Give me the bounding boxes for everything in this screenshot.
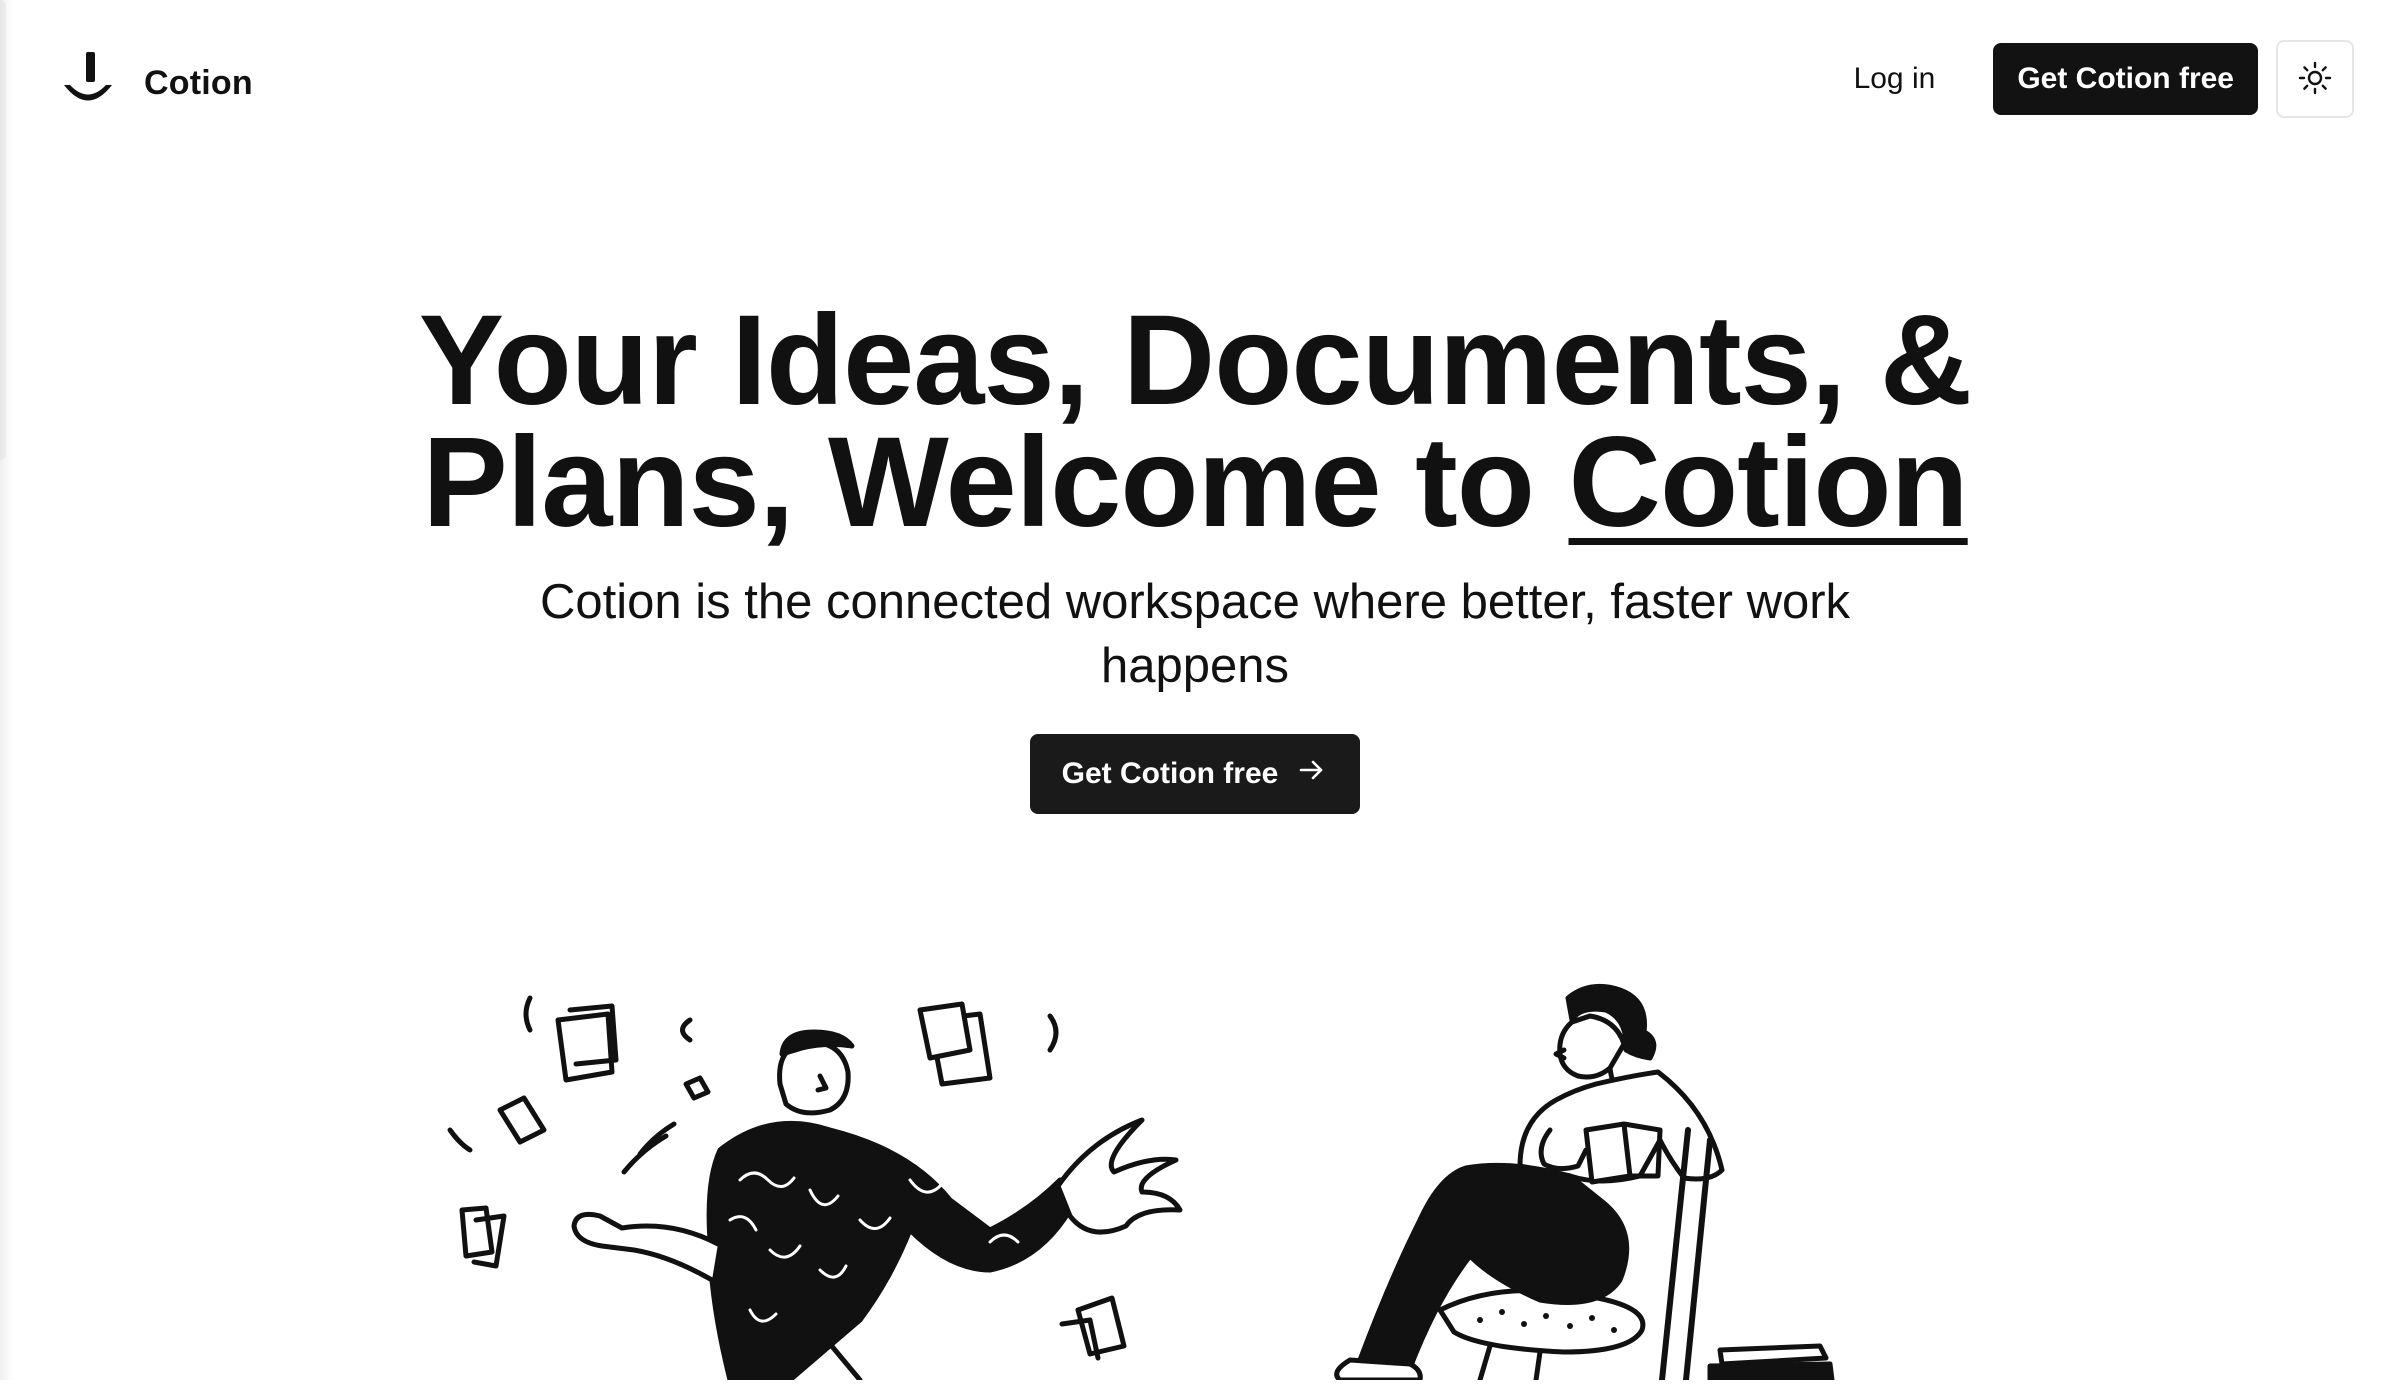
arrow-right-icon [1296,755,1326,793]
nav-actions: Log in Get Cotion free [1814,40,2354,118]
logo-icon [60,52,116,115]
hero-cta-wrap: Get Cotion free [0,734,2390,814]
hero-cta-label: Get Cotion free [1061,757,1279,790]
hero-section: Your Ideas, Documents, & Plans, Welcome … [0,297,2390,814]
brand-link[interactable]: Cotion [60,52,253,115]
get-cotion-free-hero-button[interactable]: Get Cotion free [1029,734,1361,814]
navbar: Cotion Log in Get Cotion free [0,0,2390,160]
sun-icon [2298,61,2332,98]
hero-title: Your Ideas, Documents, & Plans, Welcome … [345,297,2045,547]
hero-subtitle: Cotion is the connected workspace where … [539,575,1851,693]
brand-name: Cotion [144,64,253,102]
theme-toggle-button[interactable] [2276,40,2354,118]
get-cotion-free-nav-button[interactable]: Get Cotion free [1993,43,2258,115]
hero-title-highlight: Cotion [1568,411,1969,554]
running-person-illustration [390,980,1190,1383]
login-button[interactable]: Log in [1814,42,1976,116]
seated-person-illustration [1240,980,1840,1383]
